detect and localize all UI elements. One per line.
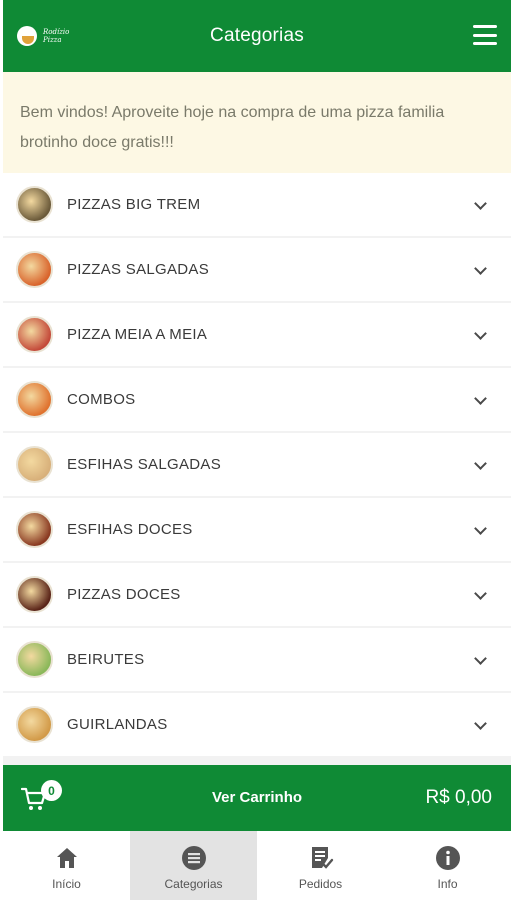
category-thumbnail bbox=[16, 446, 53, 483]
app-header: Rodízio Pizza Categorias bbox=[3, 0, 511, 72]
category-label: ESFIHAS DOCES bbox=[67, 521, 193, 538]
category-item[interactable]: PIZZAS SALGADAS bbox=[3, 238, 511, 301]
chevron-down-icon[interactable] bbox=[474, 587, 487, 600]
nav-label: Pedidos bbox=[298, 877, 343, 891]
category-thumbnail bbox=[16, 576, 53, 613]
category-item[interactable]: GUIRLANDAS bbox=[3, 693, 511, 756]
category-thumbnail bbox=[16, 706, 53, 743]
category-label: PIZZAS DOCES bbox=[67, 586, 181, 603]
info-icon bbox=[435, 846, 460, 870]
category-thumbnail bbox=[16, 251, 53, 288]
category-item[interactable]: PIZZA MEIA A MEIA bbox=[3, 303, 511, 366]
category-label: PIZZAS SALGADAS bbox=[67, 261, 210, 278]
chef-hat-icon bbox=[17, 26, 37, 46]
nav-item-info[interactable]: Info bbox=[384, 831, 511, 900]
category-thumbnail bbox=[16, 381, 53, 418]
chevron-down-icon[interactable] bbox=[474, 457, 487, 470]
category-label: BEIRUTES bbox=[67, 651, 145, 668]
category-item[interactable]: ESFIHAS DOCES bbox=[3, 498, 511, 561]
view-cart-button[interactable]: 0 Ver Carrinho R$ 0,00 bbox=[3, 765, 511, 831]
home-icon bbox=[56, 848, 77, 868]
page-title: Categorias bbox=[210, 25, 304, 46]
nav-item-categorias[interactable]: Categorias bbox=[130, 831, 257, 900]
category-item[interactable]: PIZZAS DOCES bbox=[3, 563, 511, 626]
category-item[interactable]: ESFIHAS SALGADAS bbox=[3, 433, 511, 496]
category-label: PIZZA MEIA A MEIA bbox=[67, 326, 208, 343]
chevron-down-icon[interactable] bbox=[474, 392, 487, 405]
brand-logo[interactable]: Rodízio Pizza bbox=[17, 24, 83, 48]
logo-text-line1: Rodízio bbox=[43, 28, 70, 36]
chevron-down-icon[interactable] bbox=[474, 717, 487, 730]
chevron-down-icon[interactable] bbox=[474, 522, 487, 535]
category-list: PIZZAS BIG TREM PIZZAS SALGADAS PIZZA ME… bbox=[3, 173, 511, 758]
category-label: ESFIHAS SALGADAS bbox=[67, 456, 222, 473]
category-thumbnail bbox=[16, 316, 53, 353]
chevron-down-icon[interactable] bbox=[474, 262, 487, 275]
list-icon bbox=[181, 846, 206, 870]
orders-icon bbox=[311, 847, 333, 869]
category-item[interactable]: PIZZAS BIG TREM bbox=[3, 173, 511, 236]
category-item[interactable]: BEIRUTES bbox=[3, 628, 511, 691]
category-label: COMBOS bbox=[67, 391, 136, 408]
chevron-down-icon[interactable] bbox=[474, 652, 487, 665]
logo-text: Rodízio Pizza bbox=[43, 28, 69, 44]
nav-label: Info bbox=[437, 877, 458, 891]
logo-text-line2: Pizza bbox=[43, 36, 62, 44]
cart-count-badge: 0 bbox=[41, 780, 62, 801]
category-thumbnail bbox=[16, 511, 53, 548]
category-label: GUIRLANDAS bbox=[67, 716, 168, 733]
hamburger-menu-icon[interactable] bbox=[473, 25, 497, 45]
promo-banner: Bem vindos! Aproveite hoje na compra de … bbox=[3, 72, 511, 173]
category-thumbnail bbox=[16, 641, 53, 678]
nav-item-inicio[interactable]: Início bbox=[3, 831, 130, 900]
nav-item-pedidos[interactable]: Pedidos bbox=[257, 831, 384, 900]
chevron-down-icon[interactable] bbox=[474, 197, 487, 210]
app-frame: Rodízio Pizza Categorias Bem vindos! Apr… bbox=[3, 0, 511, 900]
chevron-down-icon[interactable] bbox=[474, 327, 487, 340]
category-label: PIZZAS BIG TREM bbox=[67, 196, 201, 213]
nav-label: Início bbox=[52, 877, 81, 891]
bottom-nav: Início Categorias Pedidos Info bbox=[3, 831, 511, 900]
category-item[interactable]: COMBOS bbox=[3, 368, 511, 431]
category-thumbnail bbox=[16, 186, 53, 223]
cart-total: R$ 0,00 bbox=[425, 787, 492, 808]
view-cart-label: Ver Carrinho bbox=[212, 789, 303, 806]
nav-label: Categorias bbox=[164, 877, 223, 891]
